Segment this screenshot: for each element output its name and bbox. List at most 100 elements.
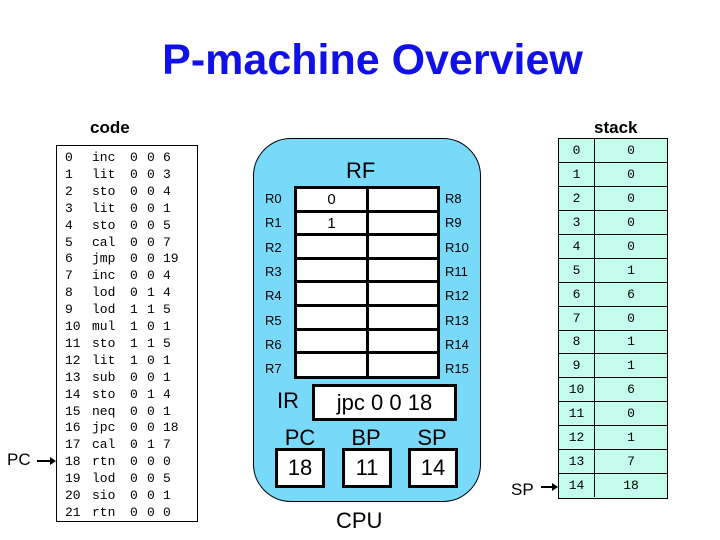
register-label: R5: [265, 312, 282, 328]
code-l-field: 0: [130, 200, 138, 216]
code-opcode: lit: [92, 352, 116, 368]
stack-row: 00: [559, 139, 667, 163]
register-label: R13: [445, 312, 469, 328]
code-index: 14: [65, 386, 81, 402]
page-title: P-machine Overview: [162, 36, 583, 84]
code-l-field: 0: [130, 386, 138, 402]
code-a-field: 1: [163, 403, 171, 419]
code-index: 8: [65, 285, 73, 301]
stack-row: 12 1: [559, 426, 667, 451]
pc-pointer-label: PC: [7, 450, 31, 469]
stack-index: 13: [559, 450, 595, 474]
code-index: 18: [65, 454, 81, 470]
code-a-field: 5: [163, 335, 171, 351]
code-a-field: 18: [163, 420, 179, 436]
code-m-field: 0: [147, 251, 155, 267]
code-l-field: 0: [130, 471, 138, 487]
register-label: R6: [265, 336, 282, 352]
code-opcode: jpc: [92, 420, 116, 436]
stack-value: 1: [627, 430, 635, 446]
code-index: 16: [65, 420, 81, 436]
code-a-field: 6: [163, 150, 171, 165]
stack-index: 1: [559, 162, 595, 186]
code-index: 5: [65, 234, 73, 250]
code-l-field: 0: [130, 403, 138, 419]
code-a-field: 4: [163, 183, 171, 199]
stack-row: 14 18: [559, 474, 667, 498]
register-label: R8: [445, 191, 462, 206]
stack-value: 1: [627, 334, 635, 350]
stack-row: 13 7: [559, 450, 667, 475]
register-cell-left: [297, 236, 369, 260]
register-cell-left: [297, 354, 369, 378]
stack-value: 1: [627, 262, 635, 278]
stack-label: stack: [594, 118, 638, 137]
stack-value: 7: [627, 454, 635, 470]
stack-value: 0: [627, 214, 635, 230]
code-index: 19: [65, 471, 81, 487]
register-cell-right: [369, 189, 437, 213]
code-m-field: 0: [147, 403, 155, 419]
code-opcode: lod: [92, 302, 116, 318]
code-opcode: lod: [92, 285, 116, 301]
code-opcode: sto: [92, 386, 116, 402]
register-label: R4: [265, 288, 282, 304]
code-l-field: 0: [130, 234, 138, 250]
stack-index: 11: [559, 402, 595, 426]
code-l-field: 0: [130, 454, 138, 470]
code-index: 15: [65, 403, 81, 419]
stack-value: 0: [627, 166, 635, 182]
code-m-field: 1: [147, 302, 155, 318]
register-cell-left: [297, 307, 369, 331]
stack-row: 10 6: [559, 378, 667, 403]
register-label: R1: [265, 215, 282, 231]
code-m-field: 0: [147, 217, 155, 233]
stack-row: 66: [559, 282, 667, 307]
stack-row: 51: [559, 258, 667, 283]
code-m-field: 0: [147, 504, 155, 520]
sp-pointer-label: SP: [511, 480, 534, 499]
code-index: 9: [65, 302, 73, 318]
code-index: 4: [65, 217, 73, 233]
code-l-field: 1: [130, 319, 138, 334]
stack-value: 6: [627, 286, 635, 302]
stack-row: 11 0: [559, 402, 667, 427]
register-cell-right: [369, 354, 437, 378]
register-label: R7: [265, 361, 282, 377]
code-a-field: 1: [163, 488, 171, 503]
code-m-field: 0: [147, 420, 155, 436]
stack-index: 6: [559, 282, 595, 306]
register-cell-left: [297, 283, 369, 307]
code-m-field: 1: [147, 437, 155, 453]
code-opcode: inc: [92, 268, 116, 284]
code-opcode: sio: [92, 488, 116, 503]
code-a-field: 4: [163, 268, 171, 284]
register-cell-right: [369, 260, 437, 284]
register-cell-right: [369, 307, 437, 331]
code-a-field: 4: [163, 386, 171, 402]
code-m-field: 0: [147, 352, 155, 368]
register-cell-left: [297, 330, 369, 355]
stack-index: 3: [559, 210, 595, 234]
stack-value: 0: [627, 238, 635, 254]
stack-index: 10: [559, 378, 595, 402]
code-m-field: 0: [147, 319, 155, 334]
stack-table: 0 0 1 0 2 0 3 0 4 0 5 1 6 6 7 0 8 1 9 1 10 6 11 0 12 1 13 7 14 18: [558, 138, 668, 499]
bp-register-value: 11: [342, 448, 392, 488]
pc-pointer-arrow-line: [37, 460, 51, 462]
code-a-field: 1: [163, 200, 171, 216]
code-index: 13: [65, 369, 81, 385]
register-label: R15: [445, 361, 469, 377]
code-m-field: 0: [147, 488, 155, 503]
code-l-field: 0: [130, 166, 138, 182]
code-m-field: 0: [147, 234, 155, 250]
register-file-table: 01: [294, 186, 440, 379]
code-opcode: inc: [92, 150, 116, 165]
register-label: R9: [445, 215, 462, 231]
stack-value: 0: [627, 143, 635, 158]
register-cell-right: [369, 331, 437, 355]
code-opcode: sto: [92, 335, 116, 351]
register-label: R11: [445, 263, 468, 279]
stack-row: 40: [559, 234, 667, 259]
stack-value: 0: [627, 406, 635, 422]
